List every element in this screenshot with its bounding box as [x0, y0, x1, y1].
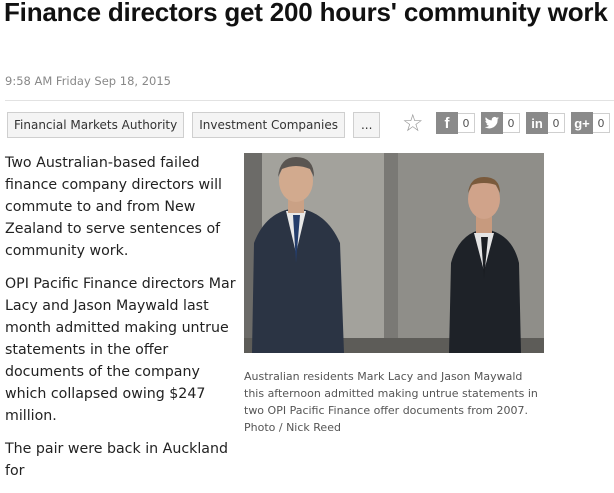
courtroom-photo-illustration: [244, 153, 544, 353]
tag-list: Financial Markets Authority Investment C…: [7, 112, 381, 138]
googleplus-share-button[interactable]: g+ 0: [571, 112, 610, 134]
article-timestamp: 9:58 AM Friday Sep 18, 2015: [5, 74, 171, 88]
googleplus-share-count: 0: [593, 113, 610, 133]
facebook-share-count: 0: [458, 113, 475, 133]
tag-financial-markets-authority[interactable]: Financial Markets Authority: [7, 112, 185, 138]
facebook-share-button[interactable]: f 0: [436, 112, 475, 134]
article-headline: Finance directors get 200 hours' communi…: [4, 0, 608, 27]
twitter-share-button[interactable]: 0: [481, 112, 520, 134]
share-bar: ☆ f 0 0 in 0 g+ 0: [402, 110, 610, 136]
article-body: Two Australian-based failed finance comp…: [5, 152, 237, 493]
photo-caption: Australian residents Mark Lacy and Jason…: [244, 370, 538, 434]
article-paragraph: The pair were back in Auckland for: [5, 441, 228, 479]
twitter-share-count: 0: [503, 113, 520, 133]
linkedin-share-button[interactable]: in 0: [526, 112, 565, 134]
googleplus-icon: g+: [571, 112, 593, 134]
article-photo[interactable]: [244, 153, 544, 353]
article-paragraph: Two Australian-based failed finance comp…: [5, 155, 222, 259]
star-icon[interactable]: ☆: [402, 110, 430, 136]
linkedin-icon: in: [526, 112, 548, 134]
linkedin-share-count: 0: [548, 113, 565, 133]
twitter-icon: [481, 112, 503, 134]
facebook-icon: f: [436, 112, 458, 134]
more-tags-button[interactable]: ...: [352, 112, 381, 138]
article-paragraph: OPI Pacific Finance directors Mar Lacy a…: [5, 276, 236, 424]
tag-investment-companies[interactable]: Investment Companies: [192, 112, 345, 138]
divider: [5, 100, 614, 101]
